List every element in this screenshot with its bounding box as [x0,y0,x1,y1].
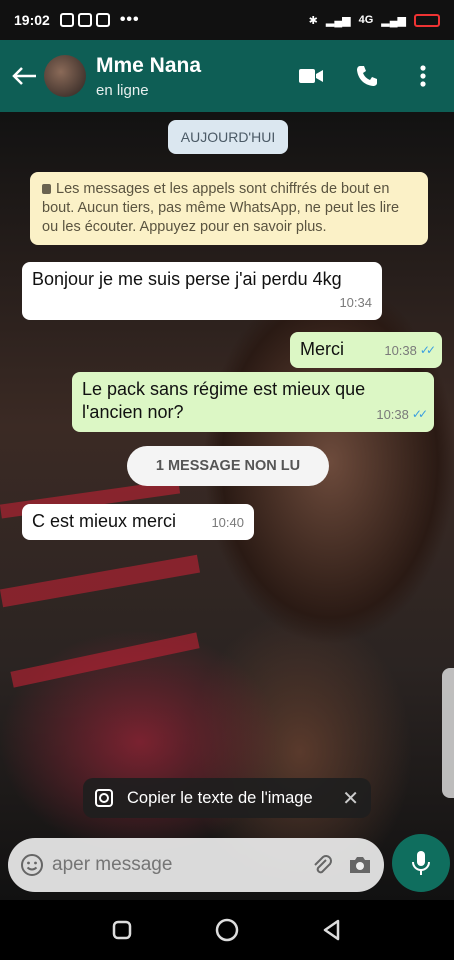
read-receipt-icon: ✓✓ [411,407,428,421]
message-meta: 10:38 ✓✓ [384,339,436,362]
message-time: 10:38 [376,407,409,422]
message-time: 10:34 [339,295,372,310]
message-text: Merci [300,339,344,359]
encryption-notice[interactable]: Les messages et les appels sont chiffrés… [30,172,428,245]
notification-icons: ••• [59,11,140,29]
phone-icon[interactable] [354,63,380,89]
copy-text-label: Copier le texte de l'image [127,788,313,807]
signal-icon: ▂▄▆ [381,14,406,27]
home-button[interactable] [213,916,241,944]
close-icon[interactable]: ✕ [342,786,359,811]
recent-apps-button[interactable] [108,916,136,944]
text-scan-icon [95,789,113,807]
date-chip: AUJOURD'HUI [168,120,288,154]
wallpaper-pattern [10,632,200,688]
message-outgoing[interactable]: Le pack sans régime est mieux que l'anci… [72,372,434,432]
back-button[interactable] [318,916,346,944]
lock-icon [42,184,51,194]
message-meta: 10:38 ✓✓ [376,403,428,426]
back-arrow-icon[interactable] [8,56,42,96]
message-incoming[interactable]: Bonjour je me suis perse j'ai perdu 4kg … [22,262,382,320]
message-time: 10:40 [211,515,244,530]
copy-text-chip[interactable]: Copier le texte de l'image ✕ [83,778,371,818]
side-panel-handle[interactable] [442,668,454,798]
contact-status: en ligne [96,81,149,99]
message-text: Le pack sans régime est mieux que l'anci… [82,379,366,422]
more-notifications-icon: ••• [119,11,140,28]
video-call-icon[interactable] [298,63,324,89]
signal-icon: ▂▄▆ [325,14,351,27]
system-nav-bar [0,900,454,960]
status-right: ✱ ▂▄▆ 4G ▂▄▆ [308,13,440,27]
chat-header: Mme Nana en ligne [0,40,454,112]
message-text: Bonjour je me suis perse j'ai perdu 4kg [32,269,342,289]
unread-divider: 1 MESSAGE NON LU [127,446,329,486]
status-time: 19:02 [14,12,50,28]
contact-info[interactable]: Mme Nana en ligne [96,54,201,99]
camera-icon[interactable] [346,851,374,879]
message-incoming[interactable]: C est mieux merci 10:40 [22,504,254,540]
mic-icon [412,851,430,875]
status-bar: 19:02 ••• ✱ ▂▄▆ 4G ▂▄▆ [0,0,454,40]
message-time: 10:38 [384,343,417,358]
emoji-icon[interactable] [18,851,46,879]
wallpaper-pattern [0,554,201,608]
message-text: C est mieux merci [32,511,177,531]
network-type: 4G [358,14,374,26]
notification-icon [77,13,92,27]
more-vert-icon[interactable] [410,63,436,89]
encryption-notice-text: Les messages et les appels sont chiffrés… [42,181,400,235]
notification-icon [95,13,110,27]
read-receipt-icon: ✓✓ [419,343,436,357]
notification-icon [59,13,74,27]
header-actions [298,63,436,89]
avatar[interactable] [44,55,86,97]
message-input[interactable] [52,854,308,876]
contact-name: Mme Nana [96,53,202,77]
message-composer[interactable] [8,838,384,892]
attach-icon[interactable] [308,851,336,879]
battery-icon [414,13,440,27]
message-outgoing[interactable]: Merci 10:38 ✓✓ [290,332,442,368]
mic-button[interactable] [392,834,450,892]
bluetooth-icon: ✱ [308,14,318,27]
chat-area[interactable]: AUJOURD'HUI Les messages et les appels s… [0,112,454,900]
